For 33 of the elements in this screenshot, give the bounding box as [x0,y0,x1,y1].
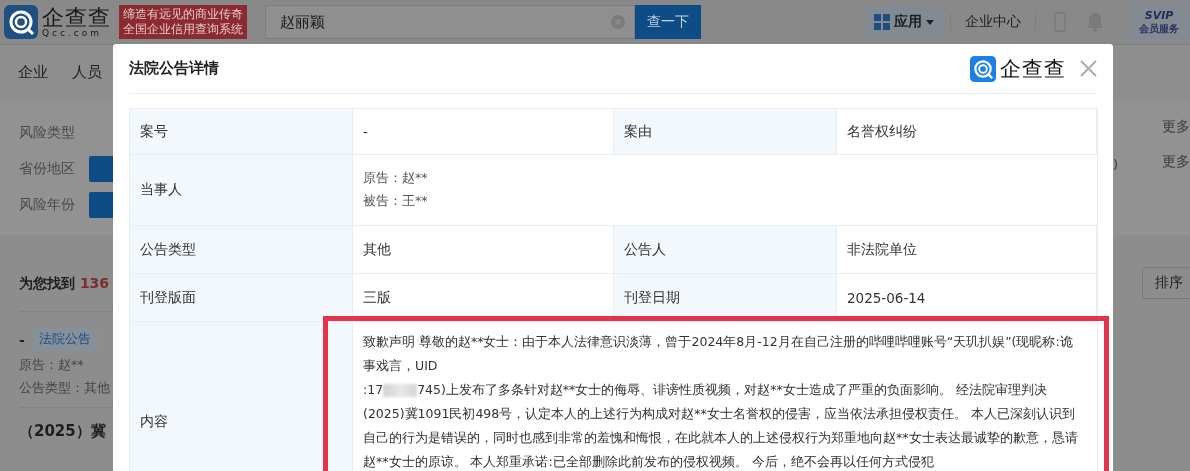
enterprise-center-link[interactable]: 企业中心 [950,13,1036,31]
nav-tab[interactable]: 人员 [72,62,102,82]
nav-tab[interactable]: 企业 [18,62,48,82]
filter-label: 风险类型 [19,124,75,142]
logo-domain: Qcc.com [42,28,104,38]
filter-label: 风险年份 [19,196,75,214]
text-fragment: ) [1113,157,1119,172]
more-link[interactable]: 更多 [1162,118,1190,136]
logo-text: 企查查 [42,6,111,29]
brand-name: 企查查 [1000,55,1066,83]
field-label: 公告人 [614,226,837,273]
field-label: 公告类型 [130,226,353,273]
filter-label: 省份地区 [19,160,75,178]
more-link[interactable]: 更多 [1162,153,1190,171]
dialog-title: 法院公告详情 [129,59,219,78]
result-type: 公告类型：其他 [19,380,111,397]
search-button[interactable]: 查一下 [635,5,701,39]
field-label: 案号 [130,109,353,154]
field-value: 被告：王** [363,193,429,210]
field-value: 原告：赵** [363,170,429,187]
field-label: 内容 [130,322,353,471]
field-label: 案由 [614,109,837,154]
slogan-banner: 缔造有远见的商业传奇 全国企业信用查询系统 [119,5,247,39]
apology-statement: 致歉声明 尊敬的赵**女士：由于本人法律意识淡薄，曾于2024年8月-12月在自己注册的哔哩哔哩账号“天玑扒娱”(现昵称:诡事戏言，UID :17 745)上发布了多条针对赵**女士的侮辱、诽谤性质视频，对赵**女士造成了严重的负面影响。 经法院审理判决(2025)冀1091民初498号，认定本人的上述行为构成对赵**女士名誉权的侵害，应当依法承担侵权责任。 本人已深刻认识到自己的行为是错误的，同时也感到非常的羞愧和悔恨，在此就本人的上述侵权行为郑重地向赵**女士表达最诚挚的歉意，恳请赵**女士的原谅。 本人郑重承诺:已全部删除此前发布的侵权视频。 今后，绝不会再以任何方式侵犯 [363,333,1079,471]
field-label: 当事人 [130,155,353,225]
result-party: 原告：赵** [19,357,85,374]
result-dash: - [19,331,25,348]
apps-menu-button[interactable]: 应用 [866,6,942,38]
field-label: 刊登版面 [130,274,353,321]
vip-badge[interactable]: SVIP 会员服务 [1128,2,1190,42]
sort-button[interactable]: 排序 [1142,267,1190,299]
search-field[interactable]: 赵丽颖 [265,5,635,39]
category-tag: 法院公告 [32,328,97,351]
